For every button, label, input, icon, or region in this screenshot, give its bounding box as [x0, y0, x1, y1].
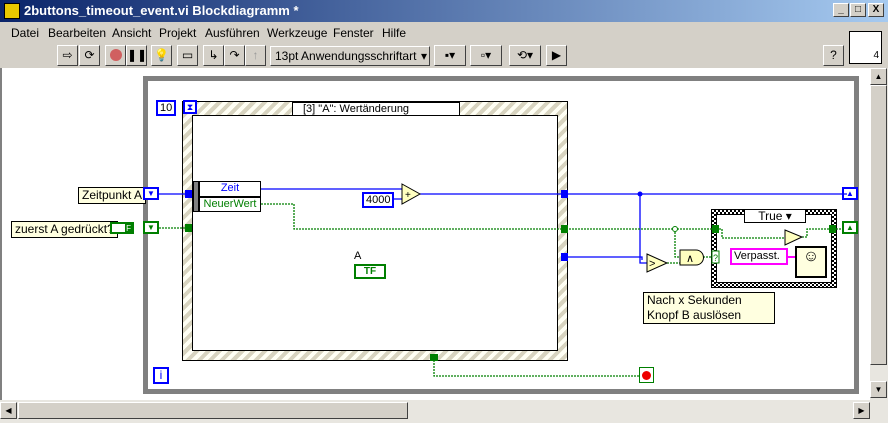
- and-symbol: ∧: [686, 253, 694, 265]
- scroll-right-button[interactable]: ▶: [853, 402, 870, 419]
- wires: + > ∧ ?: [159, 183, 847, 377]
- scroll-down-button[interactable]: ▼: [870, 381, 887, 398]
- vertical-scroll-thumb[interactable]: [870, 85, 887, 365]
- menu-bar: Datei Bearbeiten Ansicht Projekt Ausführ…: [0, 22, 846, 44]
- numeric-wire: [159, 188, 847, 264]
- menu-datei[interactable]: Datei: [11, 26, 39, 40]
- help-button[interactable]: ?: [823, 45, 844, 66]
- menu-bearbeiten[interactable]: Bearbeiten: [48, 26, 106, 40]
- menu-projekt[interactable]: Projekt: [159, 26, 196, 40]
- tunnel-numeric-in: [185, 190, 192, 198]
- greater-symbol: >: [649, 258, 655, 270]
- case-tunnel-out: [829, 225, 836, 233]
- window-title: 2buttons_timeout_event.vi Blockdiagramm …: [24, 3, 299, 18]
- menu-werkzeuge[interactable]: Werkzeuge: [267, 26, 327, 40]
- scroll-left-button[interactable]: ◀: [0, 402, 17, 419]
- run-button[interactable]: ⇨: [57, 45, 78, 66]
- font-select[interactable]: 13pt Anwendungsschriftart ▾: [270, 46, 430, 66]
- pause-button[interactable]: ❚❚: [126, 45, 147, 66]
- labview-icon: [4, 3, 20, 19]
- align-objects-button[interactable]: ▪▾: [434, 45, 466, 66]
- maximize-button[interactable]: □: [850, 3, 866, 17]
- clean-up-diagram-button[interactable]: ▶: [546, 45, 567, 66]
- step-over-button[interactable]: ↷: [224, 45, 245, 66]
- selector-symbol: ?: [713, 253, 718, 263]
- scroll-up-button[interactable]: ▲: [870, 68, 887, 85]
- menu-ausfuehren[interactable]: Ausführen: [205, 26, 260, 40]
- menu-ansicht[interactable]: Ansicht: [112, 26, 151, 40]
- add-symbol: +: [405, 190, 411, 201]
- tunnel-boolean-in: [185, 224, 192, 232]
- retain-wire-values-button[interactable]: ▭: [177, 45, 198, 66]
- boolean-wire: [159, 203, 842, 377]
- highlight-execution-button[interactable]: 💡: [151, 45, 172, 66]
- title-bar: 2buttons_timeout_event.vi Blockdiagramm …: [0, 0, 888, 22]
- tunnel-stop: [430, 354, 438, 361]
- run-continuously-button[interactable]: ⟳: [79, 45, 100, 66]
- wire-junction: [672, 226, 678, 232]
- menu-fenster[interactable]: Fenster: [333, 26, 374, 40]
- chevron-down-icon: ▾: [420, 49, 427, 63]
- not-node: [784, 229, 804, 246]
- tunnel-numeric-out-2: [561, 253, 568, 261]
- distribute-objects-button[interactable]: ▫▾: [470, 45, 502, 66]
- vertical-scrollbar[interactable]: ▲ ▼: [870, 68, 888, 400]
- abort-button[interactable]: [105, 45, 126, 66]
- reorder-button[interactable]: ⟲▾: [509, 45, 541, 66]
- close-button[interactable]: X: [868, 3, 884, 17]
- tunnel-boolean-out: [561, 225, 568, 233]
- toolbar: ⇨ ⟳ ❚❚ 💡 ▭ ↳ ↷ ↑ 13pt Anwendungsschrifta…: [0, 44, 846, 68]
- step-out-button[interactable]: ↑: [245, 45, 266, 66]
- wire-junction: [637, 191, 643, 197]
- step-into-button[interactable]: ↳: [203, 45, 224, 66]
- menu-hilfe[interactable]: Hilfe: [382, 26, 406, 40]
- horizontal-scrollbar[interactable]: ◀ ▶: [0, 400, 888, 423]
- minimize-button[interactable]: _: [833, 3, 849, 17]
- horizontal-scroll-thumb[interactable]: [18, 402, 408, 419]
- connector-pane-icon[interactable]: 4: [849, 31, 882, 64]
- case-tunnel-in: [712, 225, 719, 233]
- tunnel-numeric-out: [561, 190, 568, 198]
- block-diagram[interactable]: [3] "A": Wertänderung 10 ⧗ Zeit NeuerWer…: [0, 68, 870, 400]
